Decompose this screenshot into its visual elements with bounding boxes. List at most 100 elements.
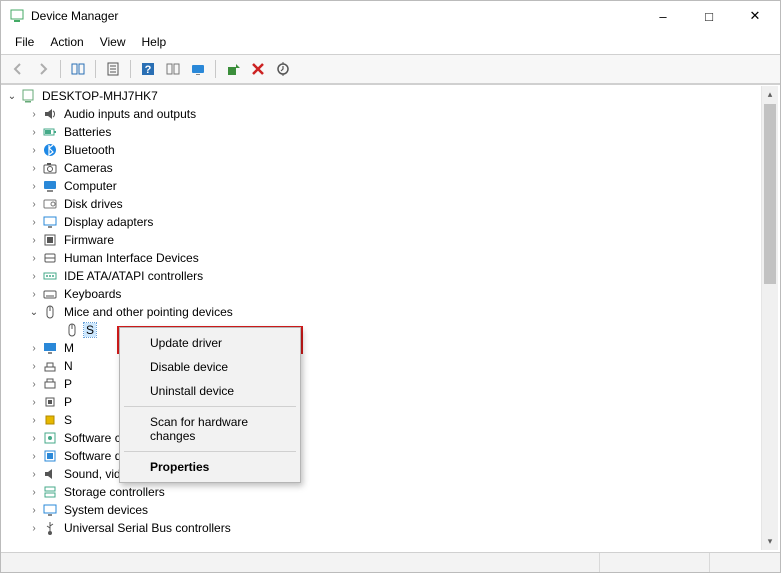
sound-icon [42,466,58,482]
expand-icon[interactable]: › [27,485,41,499]
titlebar: Device Manager – □ ✕ [1,1,780,31]
menu-help[interactable]: Help [134,33,175,51]
monitor-icon [42,340,58,356]
app-icon [9,8,25,24]
expand-icon[interactable]: › [27,143,41,157]
context-menu-properties[interactable]: Properties [122,455,298,479]
expand-icon[interactable]: › [27,359,41,373]
tree-node-label: Audio inputs and outputs [62,107,198,121]
category-keyboard[interactable]: › Keyboards [3,285,780,303]
category-hid[interactable]: › Human Interface Devices [3,249,780,267]
tree-node-label: Disk drives [62,197,125,211]
tree-node-label: Keyboards [62,287,123,301]
expand-icon[interactable]: › [27,431,41,445]
expand-icon[interactable]: › [27,341,41,355]
menu-view[interactable]: View [92,33,134,51]
toolbar-separator [60,60,61,78]
view-devices-button[interactable] [187,58,209,80]
tree-node-label: Cameras [62,161,115,175]
scroll-thumb[interactable] [764,104,776,284]
expand-icon[interactable]: › [27,215,41,229]
category-audio[interactable]: › Audio inputs and outputs [3,105,780,123]
close-button[interactable]: ✕ [732,1,778,31]
tree-node-label: Firmware [62,233,116,247]
scroll-down-arrow[interactable]: ▾ [762,533,778,550]
window-title: Device Manager [31,9,640,23]
mouse-icon [64,322,80,338]
category-system[interactable]: › System devices [3,501,780,519]
category-camera[interactable]: › Cameras [3,159,780,177]
expand-icon[interactable]: › [27,503,41,517]
display-icon [42,214,58,230]
vertical-scrollbar[interactable]: ▴ ▾ [761,86,778,550]
category-usb[interactable]: › Universal Serial Bus controllers [3,519,780,537]
ide-icon [42,268,58,284]
collapse-icon[interactable]: ⌄ [5,89,19,103]
tree-node-label: S [62,413,74,427]
context-menu: Update driverDisable deviceUninstall dev… [119,327,301,483]
back-button[interactable] [7,58,29,80]
category-bluetooth[interactable]: › Bluetooth [3,141,780,159]
uninstall-device-toolbar-button[interactable] [247,58,269,80]
category-display[interactable]: ›Display adapters [3,213,780,231]
expand-icon[interactable]: › [27,413,41,427]
expand-icon[interactable]: › [27,521,41,535]
context-menu-update-driver[interactable]: Update driver [122,331,298,355]
properties-button[interactable] [102,58,124,80]
show-hide-console-tree-button[interactable] [67,58,89,80]
expand-icon[interactable]: › [27,197,41,211]
context-menu-scan-hardware[interactable]: Scan for hardware changes [122,410,298,448]
maximize-button[interactable]: □ [686,1,732,31]
expand-icon[interactable]: › [27,395,41,409]
tree-node-label: Universal Serial Bus controllers [62,521,233,535]
tree-node-label: IDE ATA/ATAPI controllers [62,269,205,283]
show-hidden-devices-button[interactable] [162,58,184,80]
minimize-button[interactable]: – [640,1,686,31]
context-menu-disable-device[interactable]: Disable device [122,355,298,379]
tree-node-label: S [84,323,96,337]
menu-file[interactable]: File [7,33,42,51]
security-icon [42,412,58,428]
software-comp-icon [42,430,58,446]
category-disk[interactable]: › Disk drives [3,195,780,213]
expand-icon[interactable]: › [27,449,41,463]
tree-node-label: Bluetooth [62,143,117,157]
update-driver-toolbar-button[interactable] [222,58,244,80]
tree-node-label: Human Interface Devices [62,251,201,265]
expand-icon[interactable]: › [27,125,41,139]
expand-icon[interactable]: › [27,269,41,283]
category-battery[interactable]: ›Batteries [3,123,780,141]
scan-hardware-toolbar-button[interactable] [272,58,294,80]
context-menu-uninstall-device[interactable]: Uninstall device [122,379,298,403]
expand-icon[interactable]: › [27,251,41,265]
tree-node-label: Computer [62,179,119,193]
category-mouse[interactable]: ⌄Mice and other pointing devices [3,303,780,321]
tree-node-label: P [62,395,74,409]
menu-action[interactable]: Action [42,33,91,51]
audio-icon [42,106,58,122]
expand-icon[interactable]: › [27,287,41,301]
expand-icon[interactable]: › [27,377,41,391]
keyboard-icon [42,286,58,302]
category-storage[interactable]: ›Storage controllers [3,483,780,501]
tree-node-label: N [62,359,75,373]
expand-icon[interactable]: › [27,467,41,481]
device-tree[interactable]: ⌄DESKTOP-MHJ7HK7 › Audio inputs and output… [1,85,780,551]
category-firmware[interactable]: › Firmware [3,231,780,249]
expand-icon[interactable]: › [27,233,41,247]
expand-icon[interactable]: › [27,179,41,193]
help-button[interactable]: ? [137,58,159,80]
status-bar [1,552,780,572]
camera-icon [42,160,58,176]
tree-node-label: System devices [62,503,150,517]
forward-button[interactable] [32,58,54,80]
hid-icon [42,250,58,266]
tree-root[interactable]: ⌄DESKTOP-MHJ7HK7 [3,87,780,105]
category-ide[interactable]: › IDE ATA/ATAPI controllers [3,267,780,285]
expand-icon[interactable]: › [27,107,41,121]
scroll-up-arrow[interactable]: ▴ [762,86,778,103]
mouse-icon [42,304,58,320]
category-computer[interactable]: › Computer [3,177,780,195]
collapse-icon[interactable]: ⌄ [27,305,41,319]
expand-icon[interactable]: › [27,161,41,175]
